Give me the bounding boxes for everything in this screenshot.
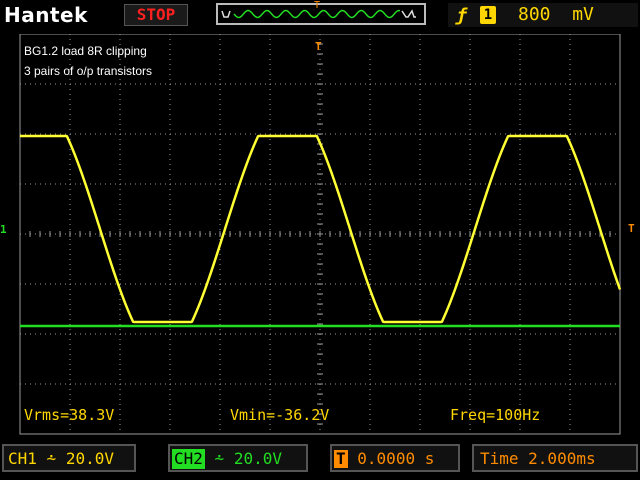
ch2-scale-box[interactable]: CH2 ⩪ 20.0V — [168, 444, 308, 472]
waveform-preview-icon — [221, 9, 416, 19]
trigger-position-marker[interactable]: T — [315, 40, 322, 53]
trigger-position-icon: T — [334, 449, 348, 468]
trigger-source-badge: 1 — [480, 6, 496, 24]
oscilloscope-screen: Hantek STOP T ƒ 1 800 mV BG1.2 load 8R c… — [0, 0, 640, 480]
trigger-level-readout: 800 mV — [518, 4, 594, 25]
trigger-panel[interactable]: ƒ 1 800 mV — [448, 3, 638, 27]
measurement-vmin: Vmin=-36.2V — [230, 406, 330, 424]
trigger-level-marker[interactable]: T — [628, 222, 635, 235]
ch2-scale: 20.0V — [233, 449, 282, 468]
timebase-box[interactable]: Time 2.000ms — [472, 444, 638, 472]
memory-position-bar[interactable] — [216, 3, 426, 25]
annotation-line-1: BG1.2 load 8R clipping — [24, 44, 147, 58]
annotation-line-2: 3 pairs of o/p transistors — [24, 64, 153, 78]
brand-logo: Hantek — [4, 3, 88, 27]
ch1-label: CH1 — [8, 449, 37, 468]
horizontal-position-box[interactable]: T 0.0000 s — [330, 444, 460, 472]
ch2-label: CH2 — [172, 449, 205, 469]
ch1-scale-box[interactable]: CH1 ⩪ 20.0V — [2, 444, 136, 472]
rising-edge-icon: ƒ — [456, 5, 467, 26]
ch1-ground-marker[interactable]: 1 — [0, 223, 7, 236]
measurement-freq: Freq=100Hz — [450, 406, 541, 424]
timebase-value: Time 2.000ms — [480, 449, 596, 468]
ch1-scale: 20.0V — [65, 449, 114, 468]
dc-coupling-icon: ⩪ — [214, 449, 225, 468]
measurement-vrms: Vrms=38.3V — [24, 406, 115, 424]
run-stop-button[interactable]: STOP — [124, 4, 188, 26]
scope-display-grid — [19, 34, 622, 435]
dc-coupling-icon: ⩪ — [46, 449, 57, 468]
horizontal-position-value: 0.0000 s — [357, 449, 435, 468]
trigger-position-top-marker: T — [314, 0, 321, 11]
